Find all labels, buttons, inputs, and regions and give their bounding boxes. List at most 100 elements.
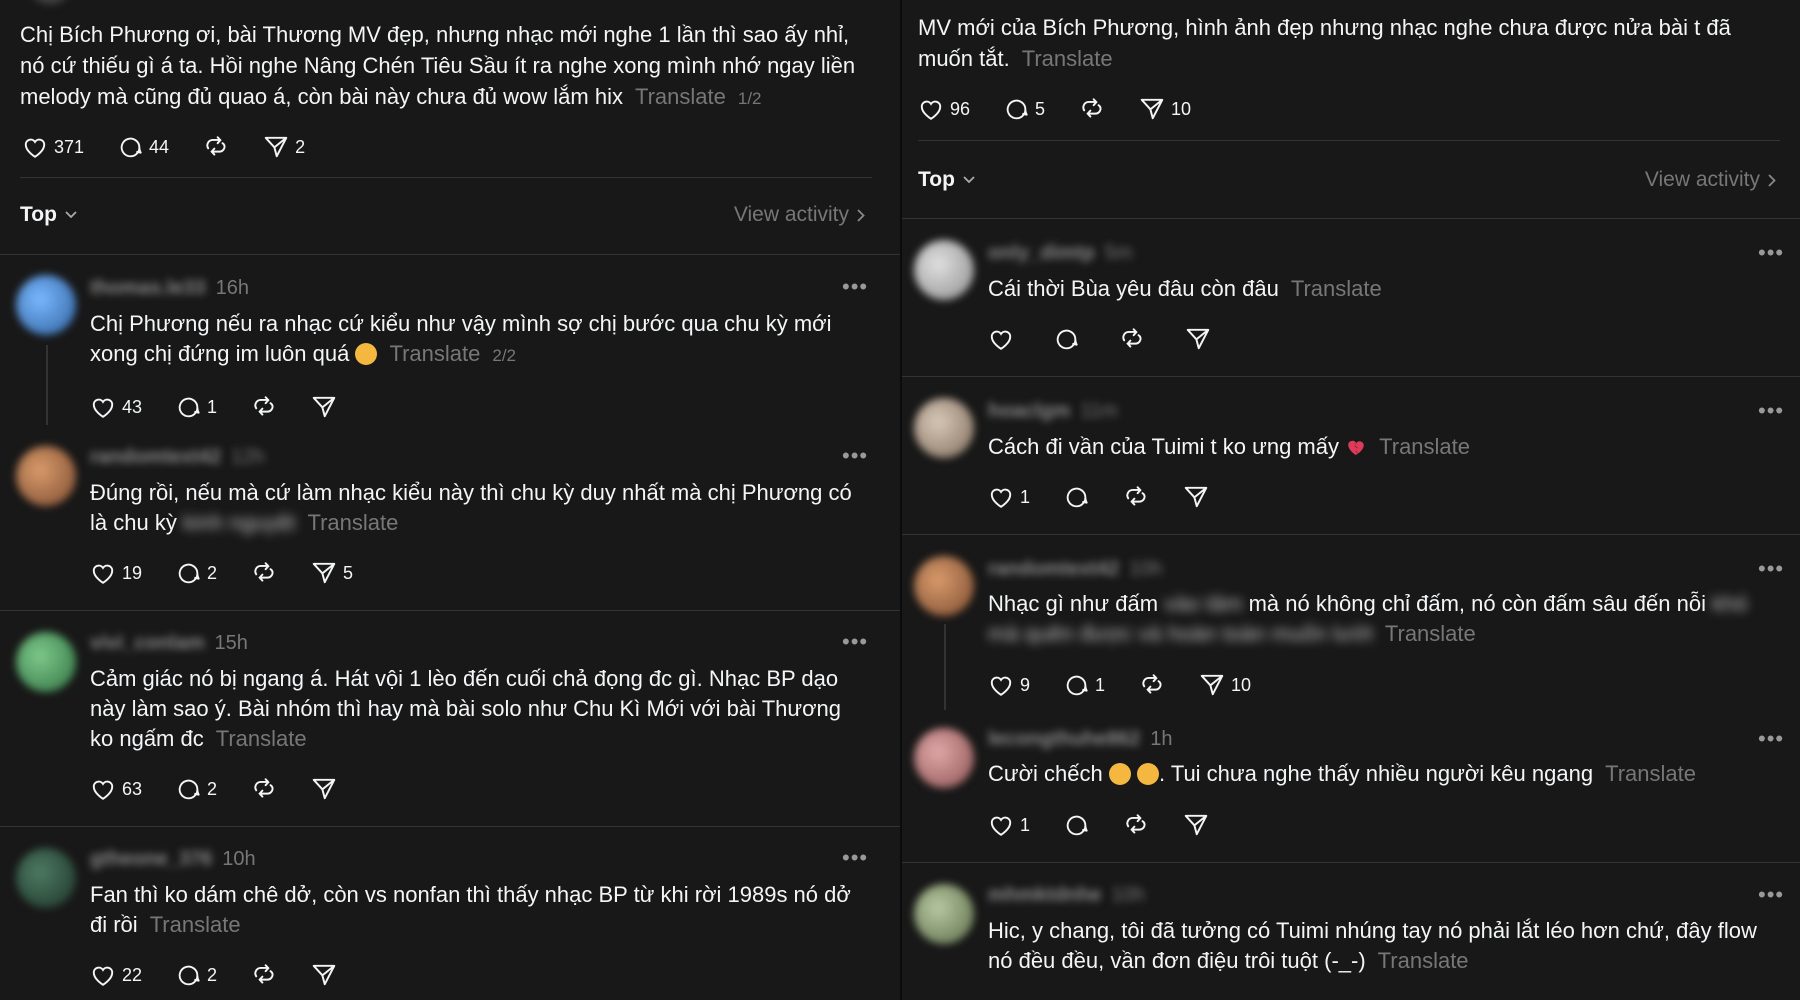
like-button[interactable]: 22 [90,963,142,987]
translate-link[interactable]: Translate [150,912,241,937]
translate-link[interactable]: Translate [216,726,307,751]
translate-link[interactable]: Translate [1385,621,1476,646]
more-icon[interactable]: ••• [842,443,868,469]
sort-top-button[interactable]: Top [918,168,975,192]
username[interactable]: randomtext42 [988,558,1119,581]
avatar[interactable] [16,446,76,506]
reply-button[interactable]: 1 [1064,673,1105,698]
username[interactable]: mhmktdnhe [988,884,1101,907]
more-icon[interactable]: ••• [842,629,868,655]
reply-button[interactable]: 44 [118,135,169,160]
share-button[interactable] [1183,485,1209,509]
username[interactable]: vivi_conlam [90,632,205,655]
like-button[interactable]: 1 [988,813,1030,837]
timestamp: 5m [1104,242,1133,264]
share-button[interactable]: 10 [1199,673,1251,697]
reply-button[interactable]: 1 [176,395,217,420]
heart-icon [92,966,114,986]
more-icon[interactable]: ••• [1758,240,1784,266]
translate-link[interactable]: Translate [1379,434,1470,459]
repost-button[interactable] [1079,96,1105,122]
heart-icon [92,780,114,800]
op-avatar[interactable] [28,0,72,4]
share-icon [312,964,336,986]
username[interactable]: lecongthuhe862 [988,728,1140,751]
share-icon [1184,486,1208,508]
translate-link[interactable]: Translate [1022,46,1113,71]
translate-link[interactable]: Translate [1605,761,1696,786]
sort-bar: Top View activity [918,168,1776,192]
repost-button[interactable] [251,560,277,586]
more-icon[interactable]: ••• [842,845,868,871]
divider [902,218,1800,219]
comment-text: Nhạc gì như đấm vào tâm mà nó không chỉ … [988,591,1748,646]
avatar[interactable] [16,848,76,908]
heart-icon [920,100,942,120]
like-button[interactable]: 43 [90,395,142,419]
like-button[interactable]: 19 [90,561,142,585]
translate-link[interactable]: Translate [635,84,726,109]
translate-link[interactable]: Translate [389,341,480,366]
avatar[interactable] [914,884,974,944]
share-button[interactable] [311,395,337,419]
share-button[interactable] [1183,813,1209,837]
comment-header: hoaclgm 11m [988,400,1118,423]
avatar[interactable] [16,632,76,692]
avatar[interactable] [914,240,974,300]
comment-header: lecongthuhe862 1h [988,728,1173,751]
share-button[interactable] [311,777,337,801]
share-button[interactable] [1185,327,1211,351]
avatar[interactable] [16,275,76,335]
repost-button[interactable] [1119,326,1145,352]
more-icon[interactable]: ••• [1758,882,1784,908]
translate-link[interactable]: Translate [1378,948,1469,973]
share-button[interactable]: 10 [1139,97,1191,121]
reply-button[interactable]: 2 [176,963,217,988]
like-button[interactable]: 1 [988,485,1030,509]
repost-button[interactable] [203,134,229,160]
like-button[interactable]: 371 [22,135,84,159]
like-button[interactable]: 63 [90,777,142,801]
reply-button[interactable] [1054,327,1079,352]
reply-button[interactable] [1064,813,1089,838]
reply-button[interactable] [1064,485,1089,510]
reply-button[interactable]: 5 [1004,97,1045,122]
sort-top-button[interactable]: Top [20,203,77,227]
repost-button[interactable] [1123,484,1149,510]
share-button[interactable] [311,963,337,987]
more-icon[interactable]: ••• [842,274,868,300]
username[interactable]: gtheone_376 [90,848,212,871]
more-icon[interactable]: ••• [1758,398,1784,424]
like-button[interactable] [988,327,1014,351]
repost-icon [206,136,226,156]
share-button[interactable]: 5 [311,561,353,585]
view-activity-link[interactable]: View activity [1645,168,1776,192]
username[interactable]: thomas.le33 [90,277,206,300]
repost-button[interactable] [251,776,277,802]
translate-link[interactable]: Translate [1291,276,1382,301]
repost-button[interactable] [251,394,277,420]
username[interactable]: randomtext42 [90,446,221,469]
post-actions: 371 44 2 [22,134,339,160]
repost-icon [254,562,274,582]
like-button[interactable]: 96 [918,97,970,121]
more-icon[interactable]: ••• [1758,556,1784,582]
reply-button[interactable]: 2 [176,777,217,802]
share-button[interactable]: 2 [263,135,305,159]
repost-button[interactable] [1139,672,1165,698]
avatar[interactable] [914,398,974,458]
more-icon[interactable]: ••• [1758,726,1784,752]
avatar[interactable] [914,728,974,788]
translate-link[interactable]: Translate [307,510,398,535]
avatar[interactable] [914,556,974,616]
view-activity-link[interactable]: View activity [734,203,865,227]
reply-button[interactable]: 2 [176,561,217,586]
timestamp: 10h [1129,558,1163,580]
like-button[interactable]: 9 [988,673,1030,697]
right-thread-panel: MV mới của Bích Phương, hình ảnh đẹp như… [902,0,1800,1000]
username[interactable]: hoaclgm [988,400,1070,423]
repost-button[interactable] [1123,812,1149,838]
repost-button[interactable] [251,962,277,988]
divider [902,534,1800,535]
username[interactable]: only_dimtp [988,242,1095,265]
